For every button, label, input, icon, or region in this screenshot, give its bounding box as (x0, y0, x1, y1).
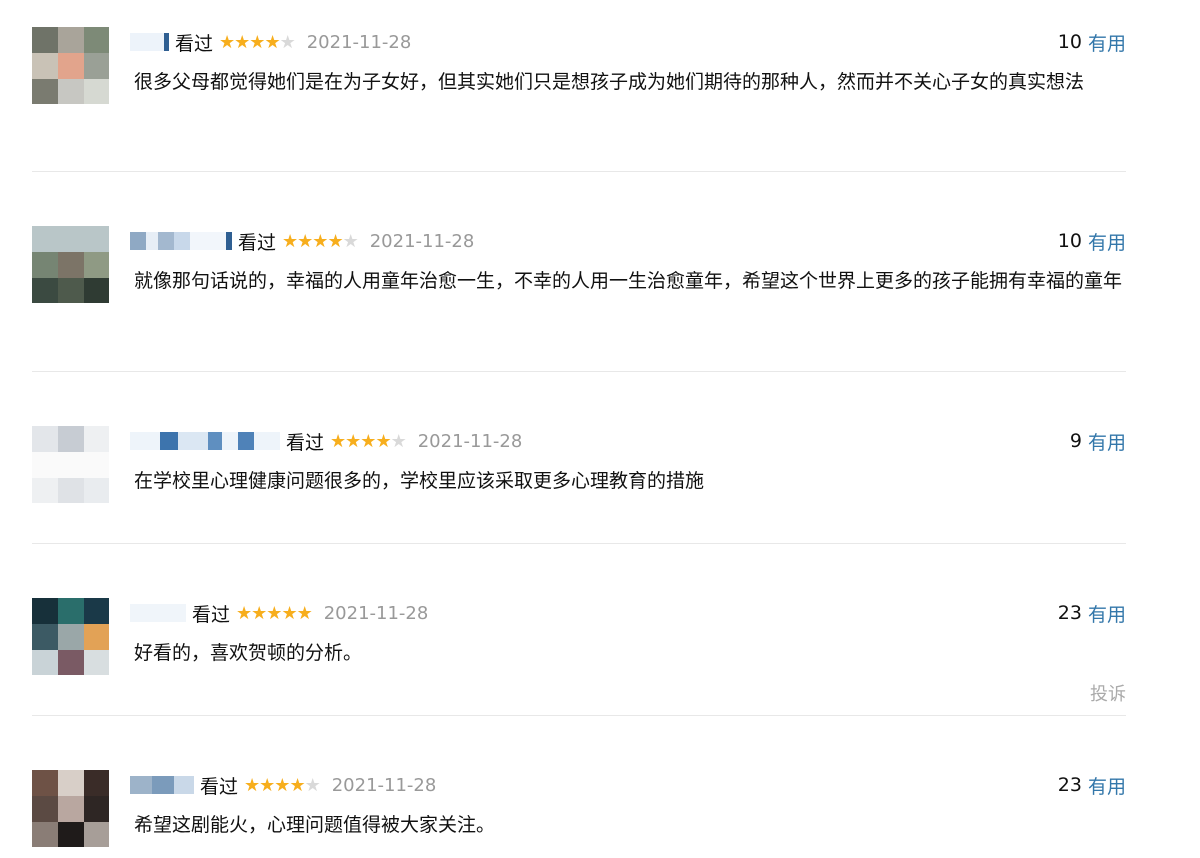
star-empty-icon: ★ (304, 774, 321, 796)
star-filled-icon: ★ (234, 31, 250, 53)
useful-button[interactable]: 有用 (1088, 600, 1126, 627)
username-blurred[interactable] (130, 775, 194, 795)
review-date: 2021-11-28 (331, 774, 437, 796)
star-filled-icon: ★ (274, 774, 290, 796)
star-filled-icon: ★ (375, 430, 391, 452)
review-item: 看过 ★ ★ ★ ★ ★ 2021-11-28 23 有用 好看的，喜欢贺顿的分析。 投… (32, 598, 1126, 710)
useful-button[interactable]: 有用 (1088, 29, 1126, 56)
star-filled-icon: ★ (296, 602, 313, 624)
username-blurred[interactable] (130, 231, 232, 251)
review-header: 看过 ★ ★ ★ ★ ★ 2021-11-28 (130, 600, 428, 626)
star-filled-icon: ★ (360, 430, 376, 452)
star-filled-icon: ★ (327, 230, 343, 252)
watch-status: 看过 (175, 32, 214, 55)
vote-count: 23 (1057, 602, 1082, 624)
avatar[interactable] (32, 598, 109, 675)
star-filled-icon: ★ (266, 602, 282, 624)
rating-stars: ★ ★ ★ ★ ★ (244, 774, 321, 796)
review-date: 2021-11-28 (369, 230, 475, 252)
rating-stars: ★ ★ ★ ★ ★ (236, 602, 313, 624)
rating-stars: ★ ★ ★ ★ ★ (330, 430, 407, 452)
username-blurred[interactable] (130, 603, 186, 623)
divider (32, 715, 1126, 716)
review-date: 2021-11-28 (323, 602, 429, 624)
star-empty-icon: ★ (390, 430, 407, 452)
useful-button[interactable]: 有用 (1088, 228, 1126, 255)
review-item: 看过 ★ ★ ★ ★ ★ 2021-11-28 23 有用 希望这剧能火，心理问题值得被… (32, 770, 1126, 858)
star-filled-icon: ★ (264, 31, 280, 53)
star-filled-icon: ★ (244, 774, 260, 796)
username-blurred[interactable] (130, 431, 280, 451)
review-date: 2021-11-28 (417, 430, 523, 452)
useful-button[interactable]: 有用 (1088, 428, 1126, 455)
review-item: 看过 ★ ★ ★ ★ ★ 2021-11-28 10 有用 就像那句话说的，幸福的人用童… (32, 226, 1126, 356)
divider (32, 171, 1126, 172)
review-content: 很多父母都觉得她们是在为子女好，但其实她们只是想孩子成为她们期待的那种人，然而并… (134, 71, 1085, 93)
divider (32, 371, 1126, 372)
useful-votes: 9 有用 (1070, 428, 1126, 454)
watch-status: 看过 (200, 775, 239, 798)
star-filled-icon: ★ (282, 230, 298, 252)
review-date: 2021-11-28 (306, 31, 412, 53)
review-header: 看过 ★ ★ ★ ★ ★ 2021-11-28 (130, 29, 411, 55)
watch-status: 看过 (192, 603, 231, 626)
star-filled-icon: ★ (297, 230, 313, 252)
star-filled-icon: ★ (249, 31, 265, 53)
review-content: 在学校里心理健康问题很多的，学校里应该采取更多心理教育的措施 (134, 470, 705, 492)
star-empty-icon: ★ (342, 230, 359, 252)
avatar[interactable] (32, 27, 109, 104)
star-filled-icon: ★ (219, 31, 235, 53)
useful-votes: 23 有用 (1058, 772, 1126, 798)
rating-stars: ★ ★ ★ ★ ★ (219, 31, 296, 53)
report-button[interactable]: 投诉 (1090, 680, 1126, 706)
review-content: 就像那句话说的，幸福的人用童年治愈一生，不幸的人用一生治愈童年，希望这个世界上更… (134, 270, 1123, 292)
star-filled-icon: ★ (312, 230, 328, 252)
star-filled-icon: ★ (251, 602, 267, 624)
review-content: 希望这剧能火，心理问题值得被大家关注。 (134, 814, 496, 836)
vote-count: 9 (1069, 430, 1082, 452)
useful-votes: 23 有用 (1058, 600, 1126, 626)
useful-votes: 10 有用 (1058, 29, 1126, 55)
review-header: 看过 ★ ★ ★ ★ ★ 2021-11-28 (130, 228, 474, 254)
vote-count: 10 (1057, 230, 1082, 252)
review-header: 看过 ★ ★ ★ ★ ★ 2021-11-28 (130, 772, 436, 798)
useful-votes: 10 有用 (1058, 228, 1126, 254)
review-item: 看过 ★ ★ ★ ★ ★ 2021-11-28 10 有用 很多父母都觉得她们是在为子女… (32, 27, 1126, 157)
vote-count: 23 (1057, 774, 1082, 796)
star-filled-icon: ★ (345, 430, 361, 452)
useful-button[interactable]: 有用 (1088, 772, 1126, 799)
avatar[interactable] (32, 226, 109, 303)
rating-stars: ★ ★ ★ ★ ★ (282, 230, 359, 252)
avatar[interactable] (32, 770, 109, 847)
star-filled-icon: ★ (289, 774, 305, 796)
review-content: 好看的，喜欢贺顿的分析。 (134, 642, 363, 664)
review-item: 看过 ★ ★ ★ ★ ★ 2021-11-28 9 有用 在学校里心理健康问题很多的，学… (32, 426, 1126, 526)
star-empty-icon: ★ (279, 31, 296, 53)
vote-count: 10 (1057, 31, 1082, 53)
watch-status: 看过 (238, 231, 277, 254)
star-filled-icon: ★ (330, 430, 346, 452)
review-header: 看过 ★ ★ ★ ★ ★ 2021-11-28 (130, 428, 522, 454)
star-filled-icon: ★ (281, 602, 297, 624)
username-blurred[interactable] (130, 32, 169, 52)
watch-status: 看过 (286, 431, 325, 454)
avatar[interactable] (32, 426, 109, 503)
divider (32, 543, 1126, 544)
star-filled-icon: ★ (259, 774, 275, 796)
star-filled-icon: ★ (236, 602, 252, 624)
